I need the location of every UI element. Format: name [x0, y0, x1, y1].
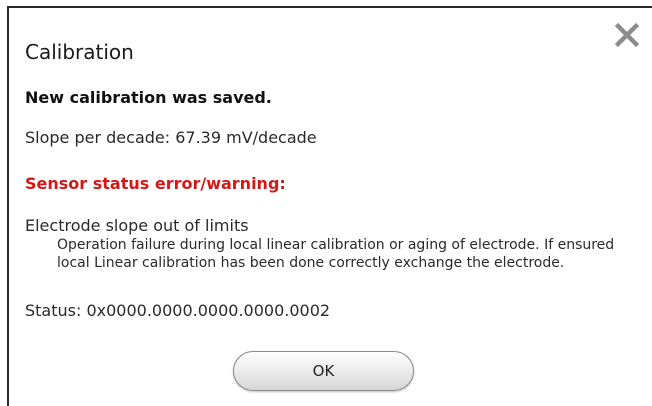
close-icon[interactable] — [614, 22, 640, 48]
saved-message: New calibration was saved. — [25, 88, 272, 107]
dialog-title: Calibration — [25, 40, 134, 64]
status-code: Status: 0x0000.0000.0000.0000.0002 — [25, 301, 331, 320]
error-description: Operation failure during local linear ca… — [57, 237, 615, 271]
ok-button-label: OK — [312, 362, 335, 380]
calibration-dialog — [7, 6, 652, 406]
slope-text: Slope per decade: 67.39 mV/decade — [25, 128, 317, 147]
close-icon-glyph — [614, 22, 640, 48]
sensor-status-heading: Sensor status error/warning: — [25, 174, 286, 193]
ok-button[interactable]: OK — [233, 351, 414, 391]
error-title: Electrode slope out of limits — [25, 216, 249, 235]
